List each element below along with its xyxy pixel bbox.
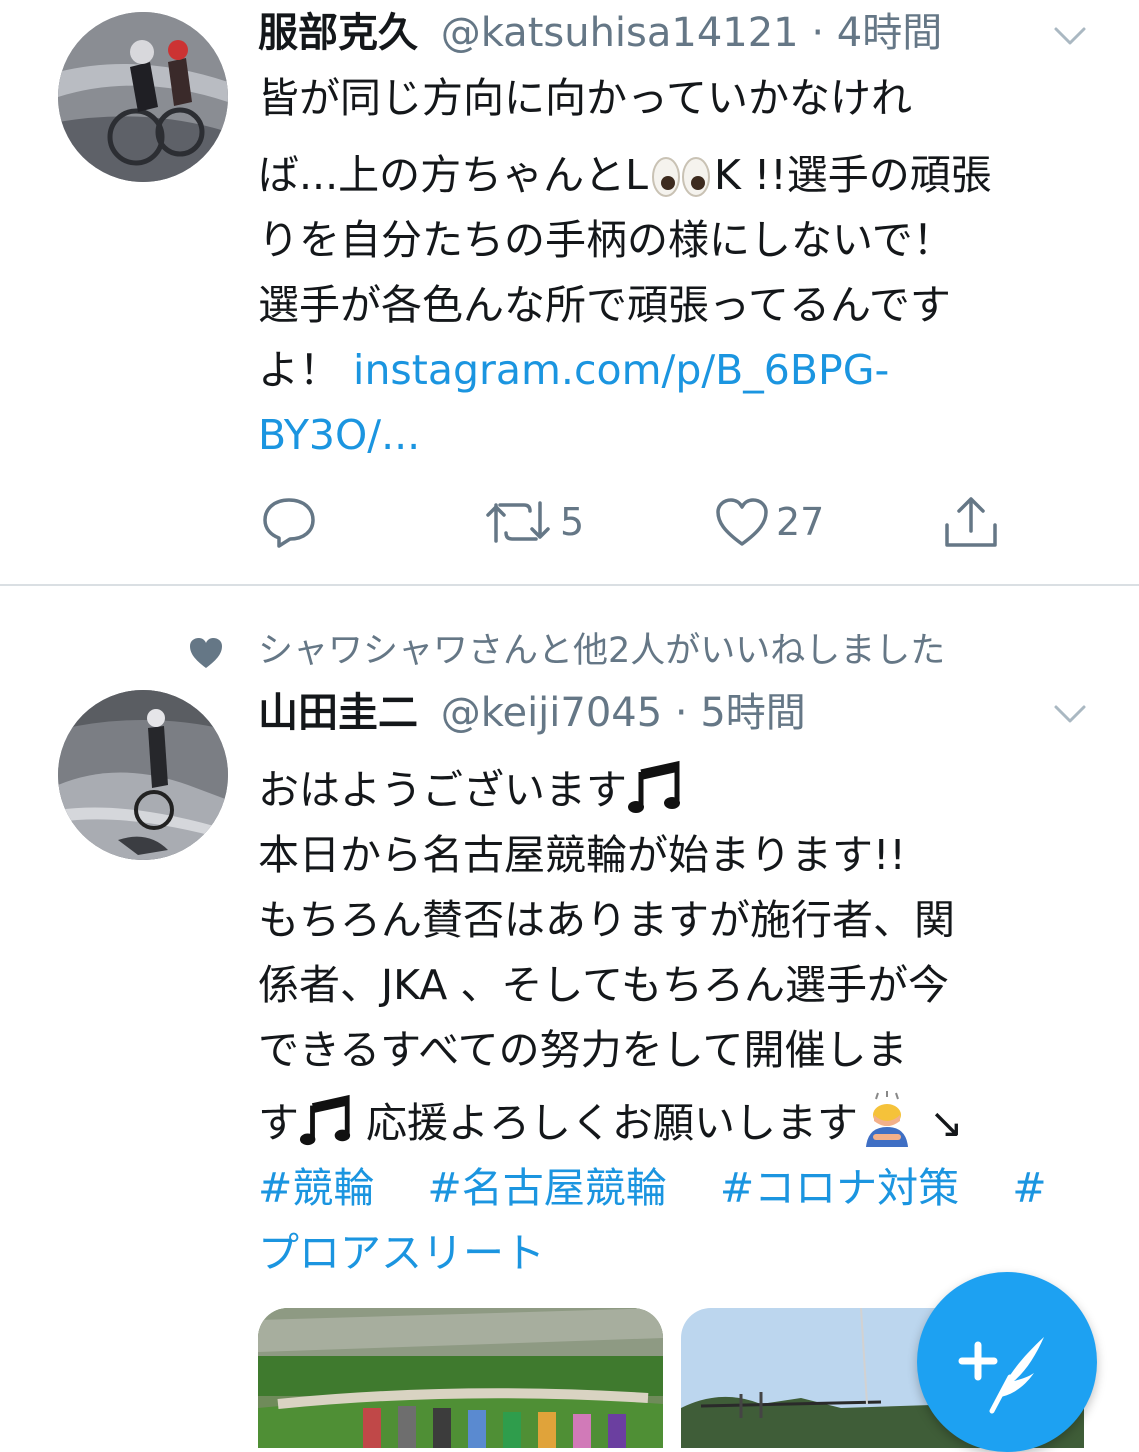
tweet-text-line: できるすべての努力をして開催しま xyxy=(258,1026,908,1074)
tweet-header: 山田圭二 @keiji7045 · 5時間 xyxy=(258,688,806,738)
hashtag-link[interactable]: #競輪 xyxy=(258,1164,374,1212)
avatar-image xyxy=(58,12,228,182)
heart-icon xyxy=(716,498,768,546)
separator: · xyxy=(811,10,825,56)
chevron-down-icon[interactable] xyxy=(1053,704,1087,724)
tweet-text-line: よ！ instagram.com/p/B_6BPG- xyxy=(258,338,1098,403)
music-notes-emoji-icon xyxy=(627,760,683,816)
hashtag-line: #競輪 #名古屋競輪 #コロナ対策 # xyxy=(258,1156,1098,1221)
instagram-link[interactable]: instagram.com/p/B_6BPG- xyxy=(353,346,889,394)
avatar[interactable] xyxy=(58,690,228,860)
hashtag-link[interactable]: プロアスリート xyxy=(258,1221,1098,1286)
tweet-actions: 5 27 xyxy=(258,490,1018,554)
text-segment: ば...上の方ちゃんとL xyxy=(258,151,648,199)
handle[interactable]: @katsuhisa14121 xyxy=(441,10,799,56)
text-segment: おはようございます xyxy=(258,766,627,814)
compose-tweet-button[interactable] xyxy=(917,1272,1097,1452)
display-name[interactable]: 服部克久 xyxy=(258,10,418,56)
tweet-text-line: もちろん賛否はありますが施行者、関 xyxy=(258,896,955,944)
tweet-text-line: ば...上の方ちゃんとL K !!選手の頑張 xyxy=(258,143,1098,208)
tweet-text-line: 選手が各色んな所で頑張ってるんです xyxy=(258,281,951,329)
display-name[interactable]: 山田圭二 xyxy=(258,690,418,736)
tweet-text: 皆が同じ方向に向かっていかなけれ ば...上の方ちゃんとL K !!選手の頑張 … xyxy=(258,66,1098,468)
separator: · xyxy=(674,690,688,736)
retweet-count: 5 xyxy=(560,500,585,544)
reply-button[interactable] xyxy=(260,490,318,554)
timestamp[interactable]: 5時間 xyxy=(700,690,805,736)
text-segment: K !!選手の頑張 xyxy=(713,151,992,199)
compose-tweet-icon xyxy=(958,1337,1044,1414)
share-icon xyxy=(945,497,997,547)
text-segment: ↘ xyxy=(916,1099,964,1147)
text-segment: す xyxy=(258,1099,299,1147)
hashtag-link[interactable]: #コロナ対策 xyxy=(720,1164,959,1212)
chevron-down-icon[interactable] xyxy=(1053,26,1087,46)
velodrome-photo xyxy=(258,1308,663,1448)
tweet-text-line: 皆が同じ方向に向かっていかなけれ xyxy=(258,74,912,122)
avatar[interactable] xyxy=(58,12,228,182)
bowing-person-emoji-icon xyxy=(858,1091,916,1149)
tweet-header: 服部克久 @katsuhisa14121 · 4時間 xyxy=(258,8,942,58)
instagram-link[interactable]: BY3O/... xyxy=(258,403,1098,468)
retweet-button[interactable]: 5 xyxy=(482,490,584,554)
tweet-text-line: す 応援よろしくお願いします ↘ xyxy=(258,1091,1098,1156)
avatar-image xyxy=(58,690,228,860)
handle[interactable]: @keiji7045 xyxy=(441,690,662,736)
tweet-text-line: おはようございます xyxy=(258,758,1098,823)
liked-heart-icon xyxy=(190,638,222,668)
like-button[interactable]: 27 xyxy=(714,490,824,554)
hashtag-link[interactable]: # xyxy=(1012,1164,1046,1212)
text-segment: よ！ xyxy=(258,346,354,394)
social-context[interactable]: シャワシャワさんと他2人がいいねしました xyxy=(258,628,945,674)
retweet-icon xyxy=(486,501,550,543)
tweet-text-line: 本日から名古屋競輪が始まります!! xyxy=(258,831,906,879)
tweet-text-line: 係者、JKA 、そしてもちろん選手が今 xyxy=(258,961,950,1009)
eyes-emoji-icon xyxy=(650,153,712,197)
music-notes-emoji-icon xyxy=(299,1094,353,1148)
tweet-text: おはようございます 本日から名古屋競輪が始まります!! もちろん賛否はありますが… xyxy=(258,758,1098,1286)
text-segment: 応援よろしくお願いします xyxy=(353,1099,859,1147)
timestamp[interactable]: 4時間 xyxy=(837,10,942,56)
tweet-1[interactable]: 服部克久 @katsuhisa14121 · 4時間 皆が同じ方向に向かっていか… xyxy=(0,0,1139,584)
share-button[interactable] xyxy=(942,490,1000,554)
tweet-media-photo[interactable] xyxy=(258,1308,663,1448)
hashtag-link[interactable]: #名古屋競輪 xyxy=(427,1164,666,1212)
like-count: 27 xyxy=(776,500,825,544)
tweet-text-line: りを自分たちの手柄の様にしないで！ xyxy=(258,216,954,264)
reply-icon xyxy=(263,498,315,548)
